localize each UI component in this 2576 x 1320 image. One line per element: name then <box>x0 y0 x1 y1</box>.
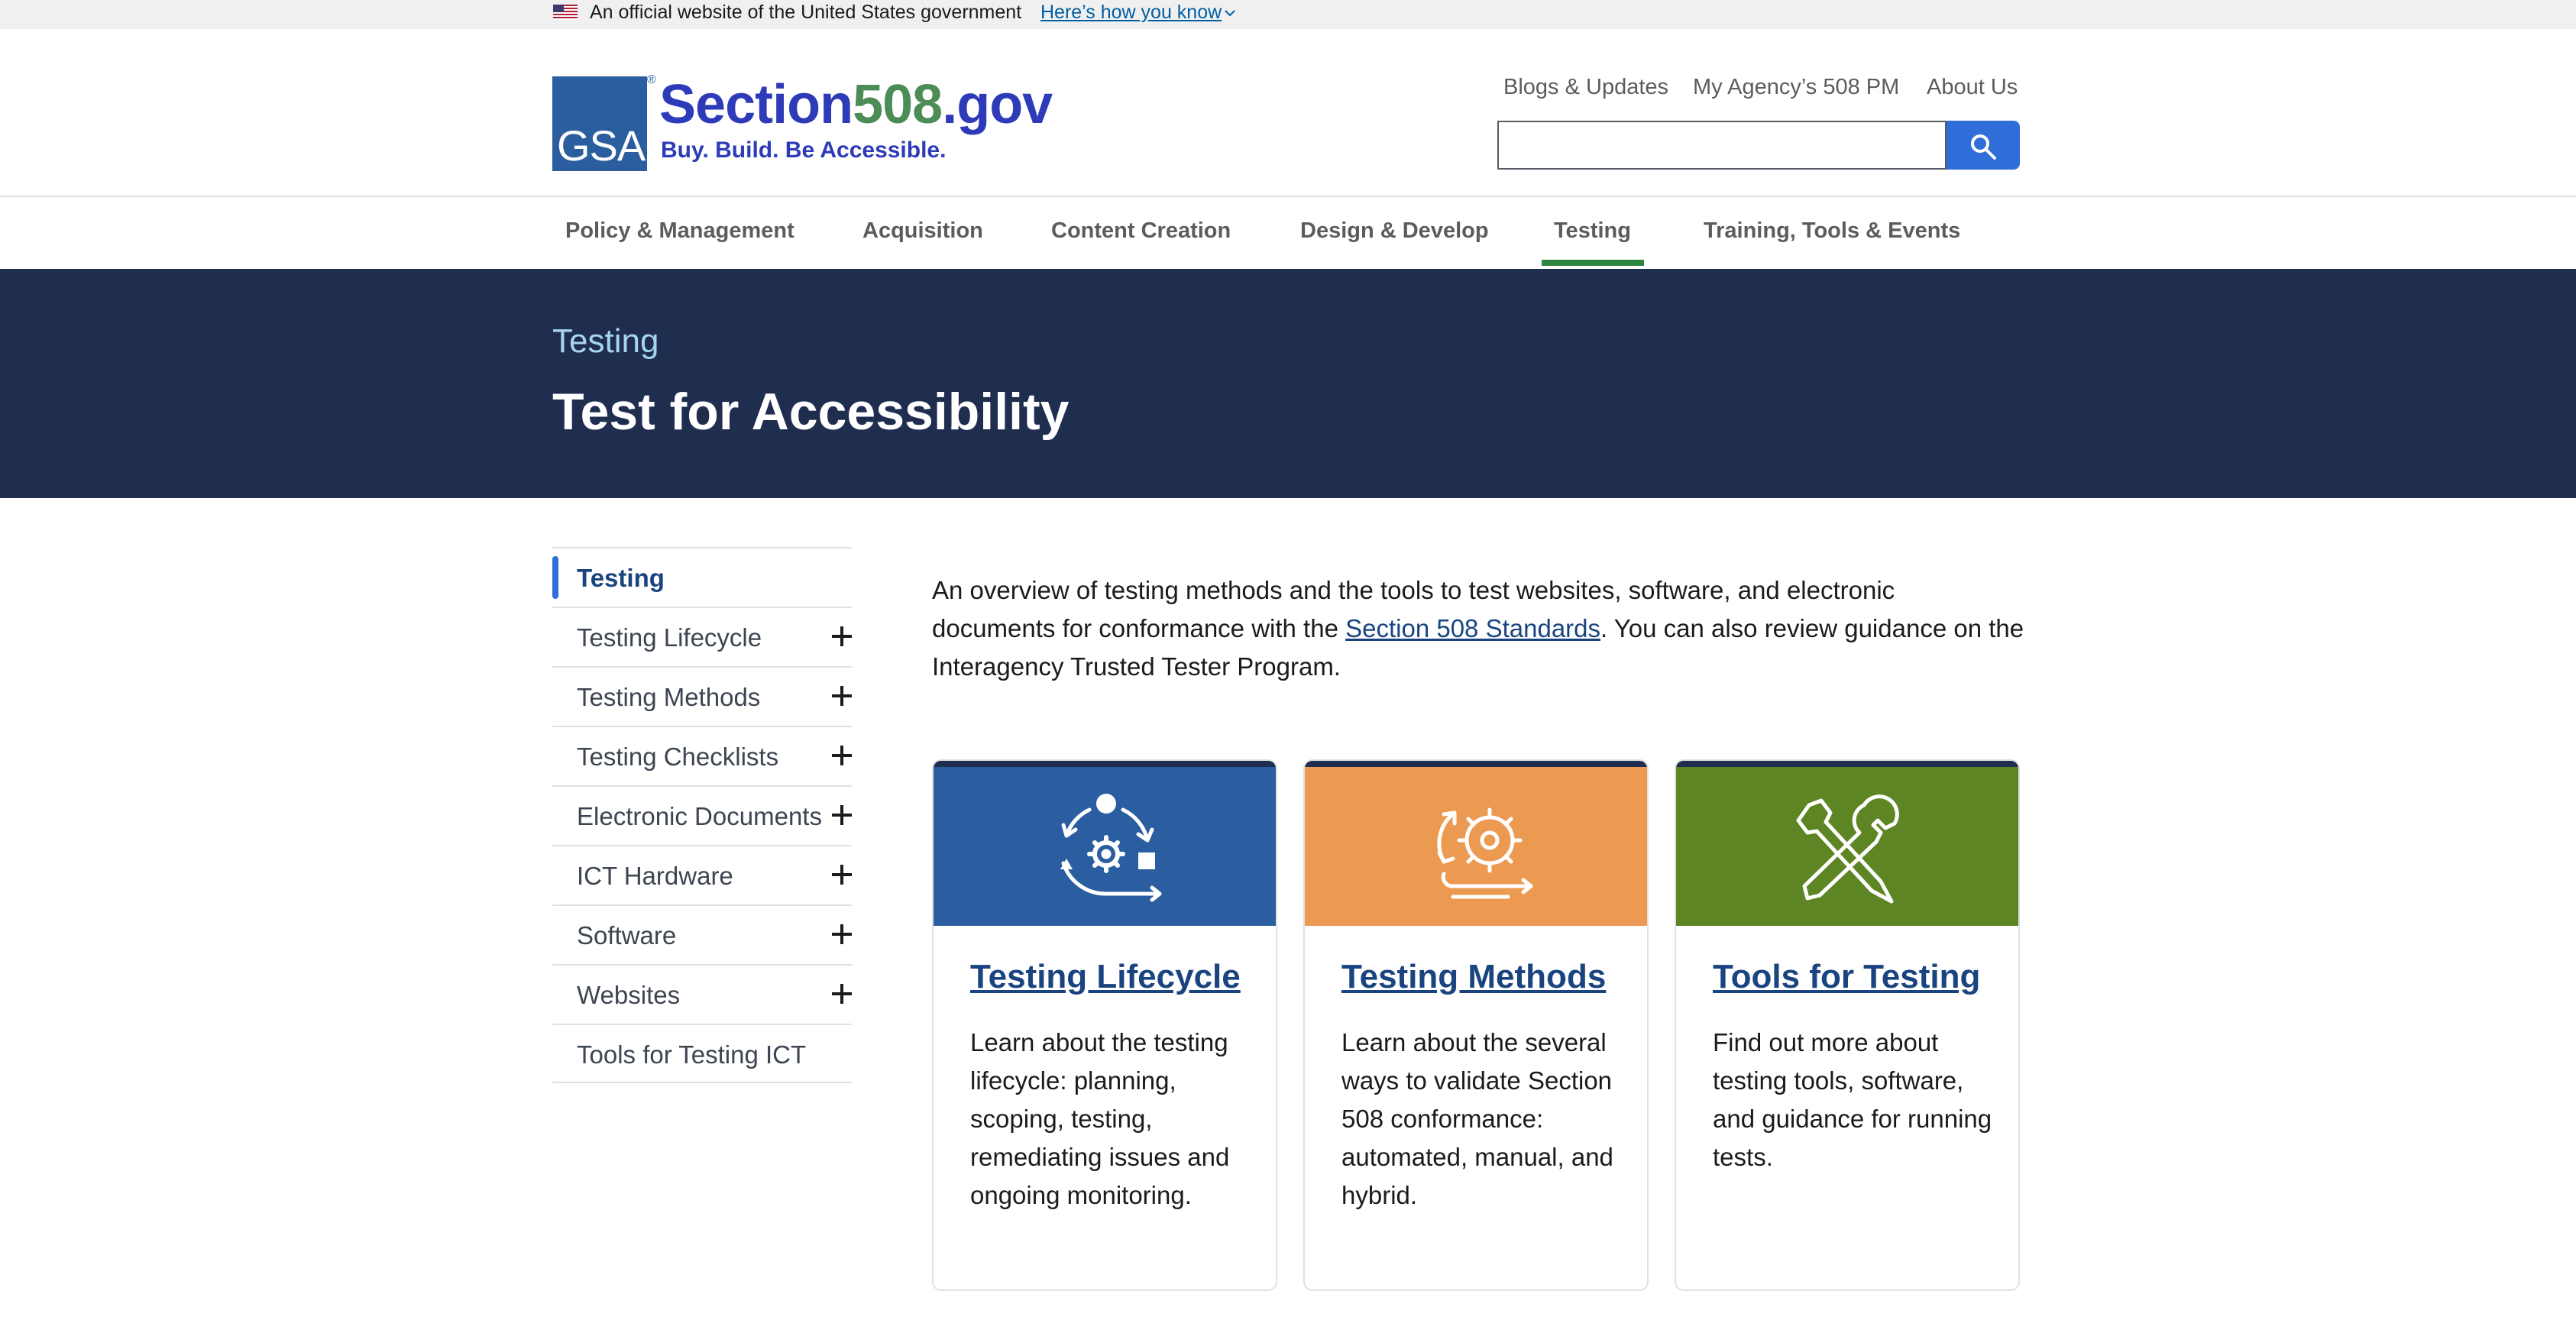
expand-plus-icon[interactable] <box>832 924 852 944</box>
utility-link-about[interactable]: About Us <box>1927 75 2018 100</box>
expand-plus-icon[interactable] <box>832 746 852 765</box>
nav-testing[interactable]: Testing <box>1554 218 1631 244</box>
card-media <box>1676 761 2018 926</box>
sidenav-item-label: Websites <box>577 981 681 1009</box>
utility-link-agency-pm[interactable]: My Agency’s 508 PM <box>1693 75 1899 100</box>
sidenav-item-software[interactable]: Software <box>552 904 852 964</box>
sidenav-item-tools-for-testing-ict[interactable]: Tools for Testing ICT <box>552 1024 852 1083</box>
page-title: Test for Accessibility <box>552 383 1070 441</box>
active-nav-indicator <box>1542 260 1644 266</box>
card-title-link[interactable]: Testing Lifecycle <box>970 958 1241 996</box>
search-button[interactable] <box>1947 121 2020 170</box>
expand-plus-icon[interactable] <box>832 805 852 825</box>
lifecycle-icon <box>1060 794 1162 902</box>
card-media <box>934 761 1276 926</box>
card-body: Learn about the several ways to validate… <box>1341 1028 1613 1209</box>
sidenav-item-label: Electronic Documents <box>577 802 822 830</box>
chevron-down-icon[interactable] <box>1222 5 1238 21</box>
expand-plus-icon[interactable] <box>832 686 852 706</box>
logo-tagline: Buy. Build. Be Accessible. <box>661 138 947 163</box>
gsa-logo-icon: GSA <box>552 76 647 171</box>
card-title-link[interactable]: Tools for Testing <box>1713 958 1980 996</box>
site-header: GSA ® Section508.gov Buy. Build. Be Acce… <box>0 29 2576 197</box>
intro-paragraph: An overview of testing methods and the t… <box>932 571 2024 686</box>
registered-mark: ® <box>647 73 656 86</box>
logo-title: Section508.gov <box>659 74 1053 135</box>
official-website-text: An official website of the United States… <box>590 2 1022 23</box>
nav-design-develop[interactable]: Design & Develop <box>1300 218 1489 244</box>
nav-content-creation[interactable]: Content Creation <box>1051 218 1231 244</box>
sidenav-item-testing-lifecycle[interactable]: Testing Lifecycle <box>552 607 852 666</box>
card-body: Find out more about testing tools, softw… <box>1713 1028 1992 1171</box>
site-logo[interactable]: GSA ® Section508.gov Buy. Build. Be Acce… <box>552 73 1053 173</box>
sidenav-item-label: Testing Methods <box>577 683 761 711</box>
expand-plus-icon[interactable] <box>832 984 852 1004</box>
nav-training-tools-events[interactable]: Training, Tools & Events <box>1704 218 1960 244</box>
main-nav: Policy & Management Acquisition Content … <box>0 197 2576 269</box>
sidenav-item-electronic-documents[interactable]: Electronic Documents <box>552 785 852 845</box>
gov-banner: An official website of the United States… <box>0 0 2576 29</box>
card-title-link[interactable]: Testing Methods <box>1341 958 1606 996</box>
sidenav-item-label: Testing Checklists <box>577 742 779 771</box>
heres-how-you-know-link[interactable]: Here’s how you know <box>1040 0 1222 24</box>
sidenav-item-websites[interactable]: Websites <box>552 964 852 1024</box>
sidenav-item-label: ICT Hardware <box>577 862 733 890</box>
expand-plus-icon[interactable] <box>832 865 852 885</box>
sidenav-item-label: Tools for Testing ICT <box>577 1040 807 1069</box>
card-body: Learn about the testing lifecycle: plann… <box>970 1028 1230 1209</box>
sidenav-item-label: Testing Lifecycle <box>577 623 762 652</box>
us-flag-icon <box>553 5 578 20</box>
side-nav: Testing Testing Lifecycle Testing Method… <box>552 547 852 1083</box>
section-508-standards-link[interactable]: Section 508 Standards <box>1345 614 1600 642</box>
hero-banner: Testing Test for Accessibility <box>0 269 2576 498</box>
current-indicator <box>552 556 558 599</box>
sidenav-item-testing-methods[interactable]: Testing Methods <box>552 666 852 726</box>
search-input[interactable] <box>1497 121 1947 170</box>
card-tools-for-testing: Tools for Testing Find out more about te… <box>1675 759 2020 1291</box>
sidenav-item-testing-checklists[interactable]: Testing Checklists <box>552 726 852 785</box>
gear-cycle-icon <box>1437 807 1533 899</box>
card-media <box>1305 761 1647 926</box>
sidenav-item-label: Software <box>577 921 677 950</box>
nav-acquisition[interactable]: Acquisition <box>862 218 983 244</box>
expand-plus-icon[interactable] <box>832 626 852 646</box>
card-testing-methods: Testing Methods Learn about the several … <box>1303 759 1649 1291</box>
sidenav-item-label: Testing <box>577 564 665 592</box>
sidenav-item-ict-hardware[interactable]: ICT Hardware <box>552 845 852 904</box>
search-icon <box>1971 134 1996 160</box>
card-testing-lifecycle: Testing Lifecycle Learn about the testin… <box>932 759 1277 1291</box>
nav-policy-management[interactable]: Policy & Management <box>565 218 794 244</box>
hero-eyebrow: Testing <box>552 322 659 360</box>
tools-icon <box>1796 794 1899 904</box>
sidenav-item-testing[interactable]: Testing <box>552 547 852 607</box>
utility-link-blogs[interactable]: Blogs & Updates <box>1503 75 1668 100</box>
